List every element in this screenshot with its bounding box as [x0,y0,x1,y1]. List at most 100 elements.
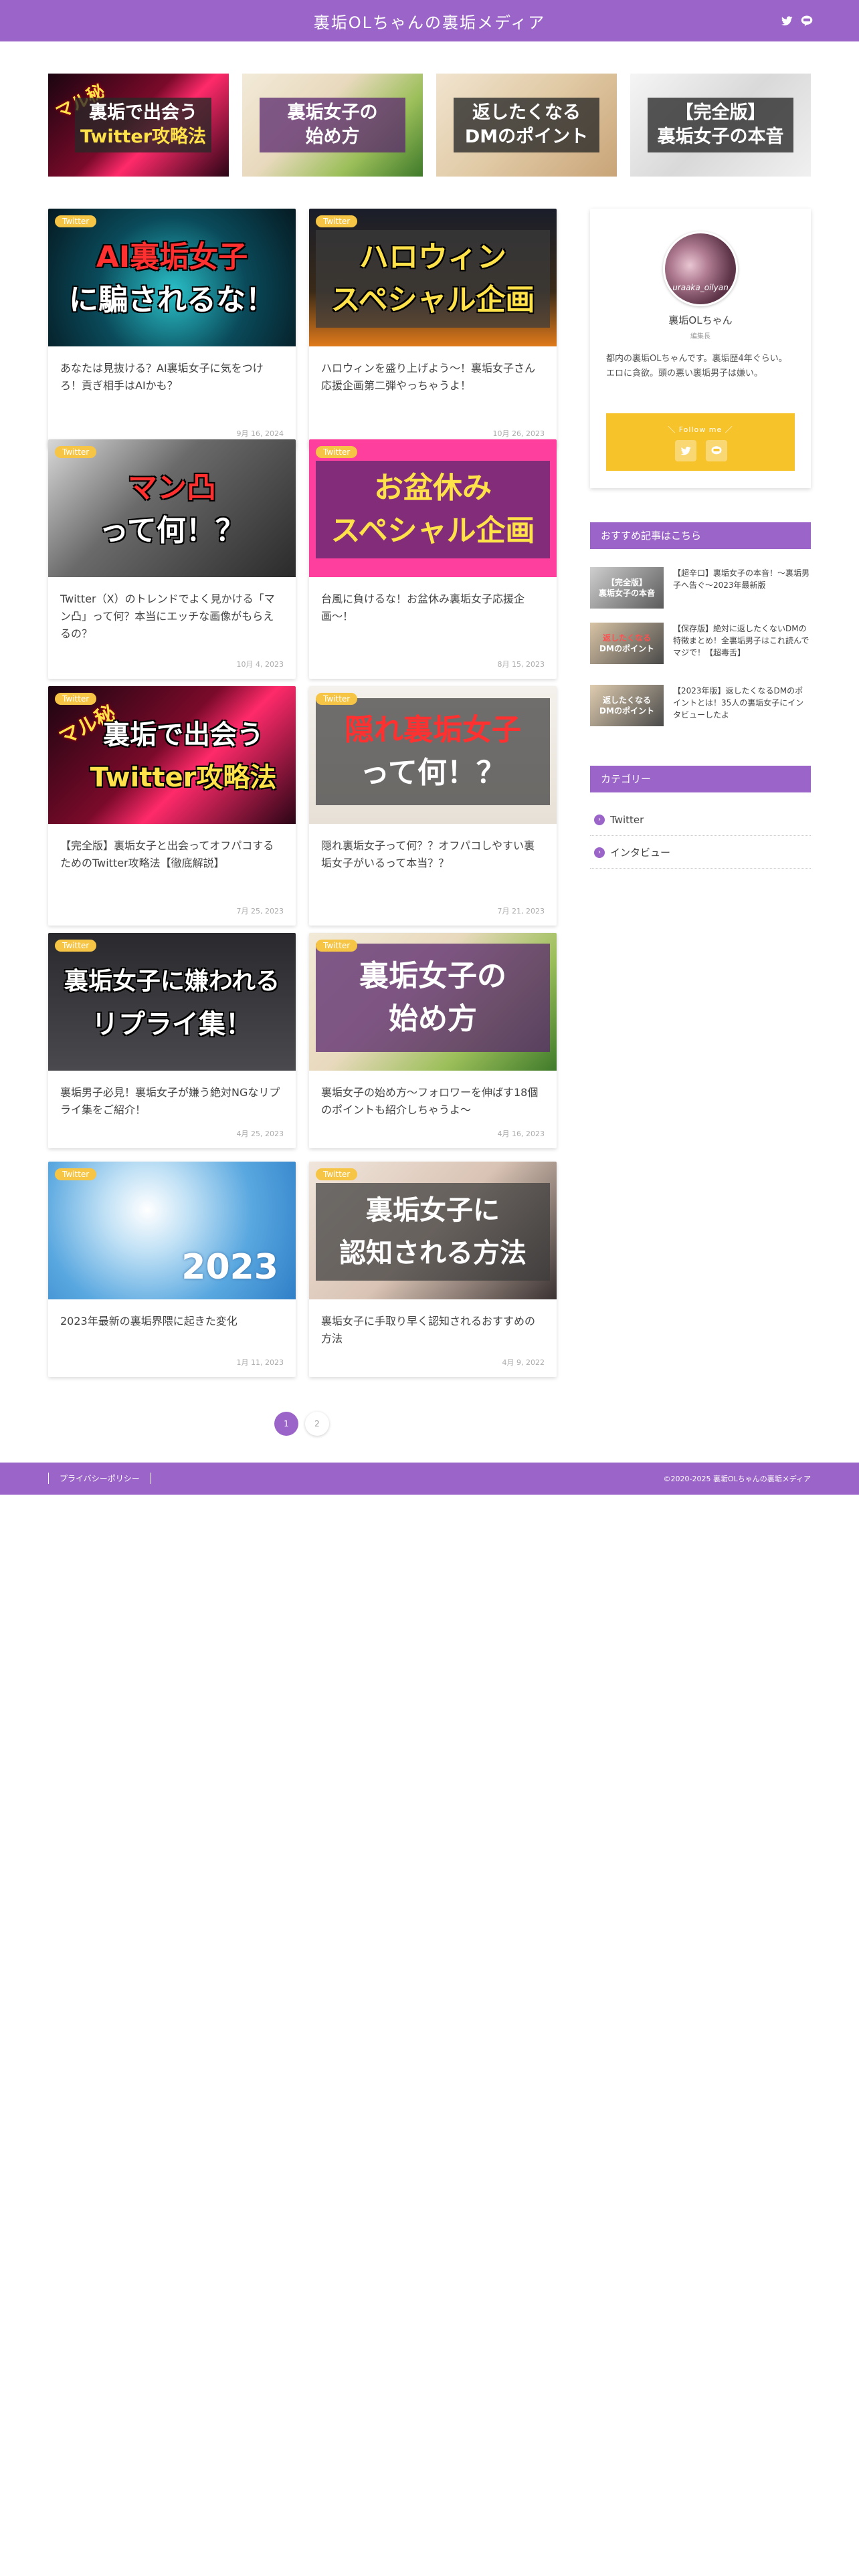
article-date: 4月 25, 2023 [236,1130,284,1138]
thumbnail-text: 隠れ裏垢女子 [345,713,521,747]
site-header: 裏垢OLちゃんの裏垢メディア [0,0,859,41]
article-card[interactable]: Twitter マル秘 裏垢で出会う Twitter攻略法 【完全版】裏垢女子と… [48,686,296,926]
category-badge[interactable]: Twitter [55,693,97,705]
article-thumbnail: Twitter 裏垢女子に 認知される方法 [309,1162,557,1299]
thumbnail-text: ハロウィン [359,240,506,274]
recommended-title[interactable]: 【2023年版】返したくなるDMのポイントとは！35人の裏垢女子にインタビューし… [673,685,811,721]
pickup-banner-real-voice[interactable]: 【完全版】 裏垢女子の本音 [630,74,811,177]
category-item-interview[interactable]: › インタビュー [590,837,811,869]
category-badge[interactable]: Twitter [316,215,358,227]
pickup-line: 始め方 [305,126,360,147]
article-title[interactable]: Twitter（X）のトレンドでよく見かける「マン凸」って何？本当にエッチな画像… [60,591,284,643]
article-title[interactable]: ハロウィンを盛り上げよう〜！裏垢女子さん応援企画第二弾やっちゃうよ！ [321,360,545,395]
thumbnail-text: って何！？ [360,756,506,790]
pickup-banner-twitter-strategy[interactable]: マル秘 裏垢で出会う Twitter攻略法 [48,74,229,177]
category-badge[interactable]: Twitter [55,1168,97,1180]
article-thumbnail: Twitter ハロウィン スペシャル企画 [309,209,557,346]
category-badge[interactable]: Twitter [316,1168,358,1180]
article-card[interactable]: Twitter ハロウィン スペシャル企画 ハロウィンを盛り上げよう〜！裏垢女子… [309,209,557,448]
category-badge[interactable]: Twitter [316,940,358,952]
line-icon[interactable] [800,14,814,27]
avatar[interactable]: uraaka_oilyan [663,231,738,306]
recommended-thumbnail: 【完全版】 裏垢女子の本音 [590,567,664,609]
pickup-line: Twitter攻略法 [80,126,207,147]
follow-line-button[interactable] [706,440,727,461]
category-badge[interactable]: Twitter [55,940,97,952]
privacy-policy-link[interactable]: プライバシーポリシー [48,1473,151,1484]
thumbnail-text: 裏垢で出会う [103,720,264,750]
recommended-title[interactable]: 【超辛口】裏垢女子の本音！〜裏垢男子へ告ぐ〜2023年最新版 [673,567,811,591]
article-date: 4月 16, 2023 [497,1130,545,1138]
article-date: 10月 4, 2023 [236,660,284,669]
article-card[interactable]: Twitter 裏垢女子の 始め方 裏垢女子の始め方〜フォロワーを伸ばす18個の… [309,933,557,1148]
category-item-twitter[interactable]: › Twitter [590,804,811,836]
thumbnail-text: 始め方 [389,1002,477,1036]
thumbnail-text: 裏垢女子に [366,1195,500,1226]
recommended-thumbnail-text: DMのポイント [599,706,654,716]
article-title[interactable]: 裏垢男子必見！裏垢女子が嫌う絶対NGなリプライ集をご紹介！ [60,1084,284,1119]
profile-role: 編集長 [690,333,710,340]
thumbnail-text: Twitter攻略法 [90,762,277,793]
recommended-article[interactable]: 返したくなる DMのポイント 【保存版】絶対に返したくないDMの特徴まとめ！全裏… [590,623,811,667]
article-title[interactable]: 裏垢女子に手取り早く認知されるおすすめの方法 [321,1313,545,1348]
recommended-title[interactable]: 【保存版】絶対に返したくないDMの特徴まとめ！全裏垢男子はこれ読んでマジで！【超… [673,623,811,659]
article-card[interactable]: Twitter マン凸 って何！？ Twitter（X）のトレンドでよく見かける… [48,439,296,679]
thumbnail-text: スペシャル企画 [330,514,535,548]
article-card[interactable]: Twitter 裏垢女子に 認知される方法 裏垢女子に手取り早く認知されるおすす… [309,1162,557,1377]
article-thumbnail: Twitter 隠れ裏垢女子 って何！？ [309,686,557,824]
article-title[interactable]: 台風に負けるな！お盆休み裏垢女子応援企画〜！ [321,591,545,625]
pickup-line: 裏垢女子の本音 [657,126,784,147]
thumbnail-text: って何！？ [99,514,245,548]
category-badge[interactable]: Twitter [55,215,97,227]
thumbnail-text: AI裏垢女子 [96,240,248,274]
profile-widget: uraaka_oilyan 裏垢OLちゃん 編集長 都内の裏垢OLちゃんです。裏… [590,209,811,488]
article-title[interactable]: 隠れ裏垢女子って何？？オフパコしやすい裏垢女子がいるって本当？？ [321,837,545,872]
article-title[interactable]: 裏垢女子の始め方〜フォロワーを伸ばす18個のポイントも紹介しちゃうよ〜 [321,1084,545,1119]
article-card[interactable]: Twitter お盆休み スペシャル企画 台風に負けるな！お盆休み裏垢女子応援企… [309,439,557,679]
article-card[interactable]: Twitter AI裏垢女子 に騙されるな！ あなたは見抜ける？AI裏垢女子に気… [48,209,296,448]
category-badge[interactable]: Twitter [316,693,358,705]
pickup-banner-how-to-start[interactable]: 裏垢女子の 始め方 [242,74,423,177]
article-date: 7月 25, 2023 [236,907,284,916]
article-date: 10月 26, 2023 [492,429,545,438]
article-date: 9月 16, 2024 [236,429,284,438]
article-title[interactable]: 2023年最新の裏垢界隈に起きた変化 [60,1313,284,1330]
category-label: Twitter [610,813,644,826]
pagination-current[interactable]: 1 [274,1412,298,1436]
category-label: インタビュー [610,847,671,859]
article-title[interactable]: 【完全版】裏垢女子と出会ってオフパコするためのTwitter攻略法【徹底解説】 [60,837,284,872]
recommend-widget-title: おすすめ記事はこちら [590,522,811,549]
thumbnail-text: 2023 [181,1247,278,1287]
thumbnail-text: スペシャル企画 [330,283,535,317]
thumbnail-text: お盆休み [374,471,492,505]
recommended-article[interactable]: 返したくなる DMのポイント 【2023年版】返したくなるDMのポイントとは！3… [590,685,811,729]
thumbnail-text: に騙されるな！ [69,283,275,317]
article-card[interactable]: Twitter 2023 2023年最新の裏垢界隈に起きた変化 1月 11, 2… [48,1162,296,1377]
category-badge[interactable]: Twitter [55,446,97,458]
article-date: 1月 11, 2023 [236,1358,284,1367]
follow-label: ＼ Follow me ／ [668,425,733,434]
recommended-thumbnail-text: 裏垢女子の本音 [598,588,655,598]
avatar-handle: uraaka_oilyan [672,283,729,292]
site-title[interactable]: 裏垢OLちゃんの裏垢メディア [0,9,859,33]
profile-description: 都内の裏垢OLちゃんです。裏垢歴4年ぐらい。エロに貪欲。頭の悪い裏垢男子は嫌い。 [606,354,787,379]
article-thumbnail: Twitter お盆休み スペシャル企画 [309,439,557,577]
pickup-banner-dm-points[interactable]: 返したくなる DMのポイント [436,74,617,177]
pickup-line: 裏垢女子の [287,102,378,123]
article-thumbnail: Twitter マン凸 って何！？ [48,439,296,577]
article-card[interactable]: Twitter 隠れ裏垢女子 って何！？ 隠れ裏垢女子って何？？オフパコしやすい… [309,686,557,926]
pickup-line: 【完全版】 [675,102,766,123]
follow-twitter-button[interactable] [675,440,696,461]
category-badge[interactable]: Twitter [316,446,358,458]
recommended-thumbnail-text: 返したくなる [602,633,651,643]
recommended-article[interactable]: 【完全版】 裏垢女子の本音 【超辛口】裏垢女子の本音！〜裏垢男子へ告ぐ〜2023… [590,567,811,611]
thumbnail-text: 裏垢女子の [359,959,506,993]
recommended-thumbnail-text: 返したくなる [602,695,651,705]
article-thumbnail: Twitter 2023 [48,1162,296,1299]
article-thumbnail: Twitter 裏垢女子に嫌われる リプライ集！ [48,933,296,1071]
recommended-thumbnail-text: 【完全版】 [606,578,647,587]
article-card[interactable]: Twitter 裏垢女子に嫌われる リプライ集！ 裏垢男子必見！裏垢女子が嫌う絶… [48,933,296,1148]
pagination-next-page[interactable]: 2 [305,1412,329,1436]
article-title[interactable]: あなたは見抜ける？AI裏垢女子に気をつけろ！貢ぎ相手はAIかも？ [60,360,284,395]
twitter-icon[interactable] [780,14,793,27]
